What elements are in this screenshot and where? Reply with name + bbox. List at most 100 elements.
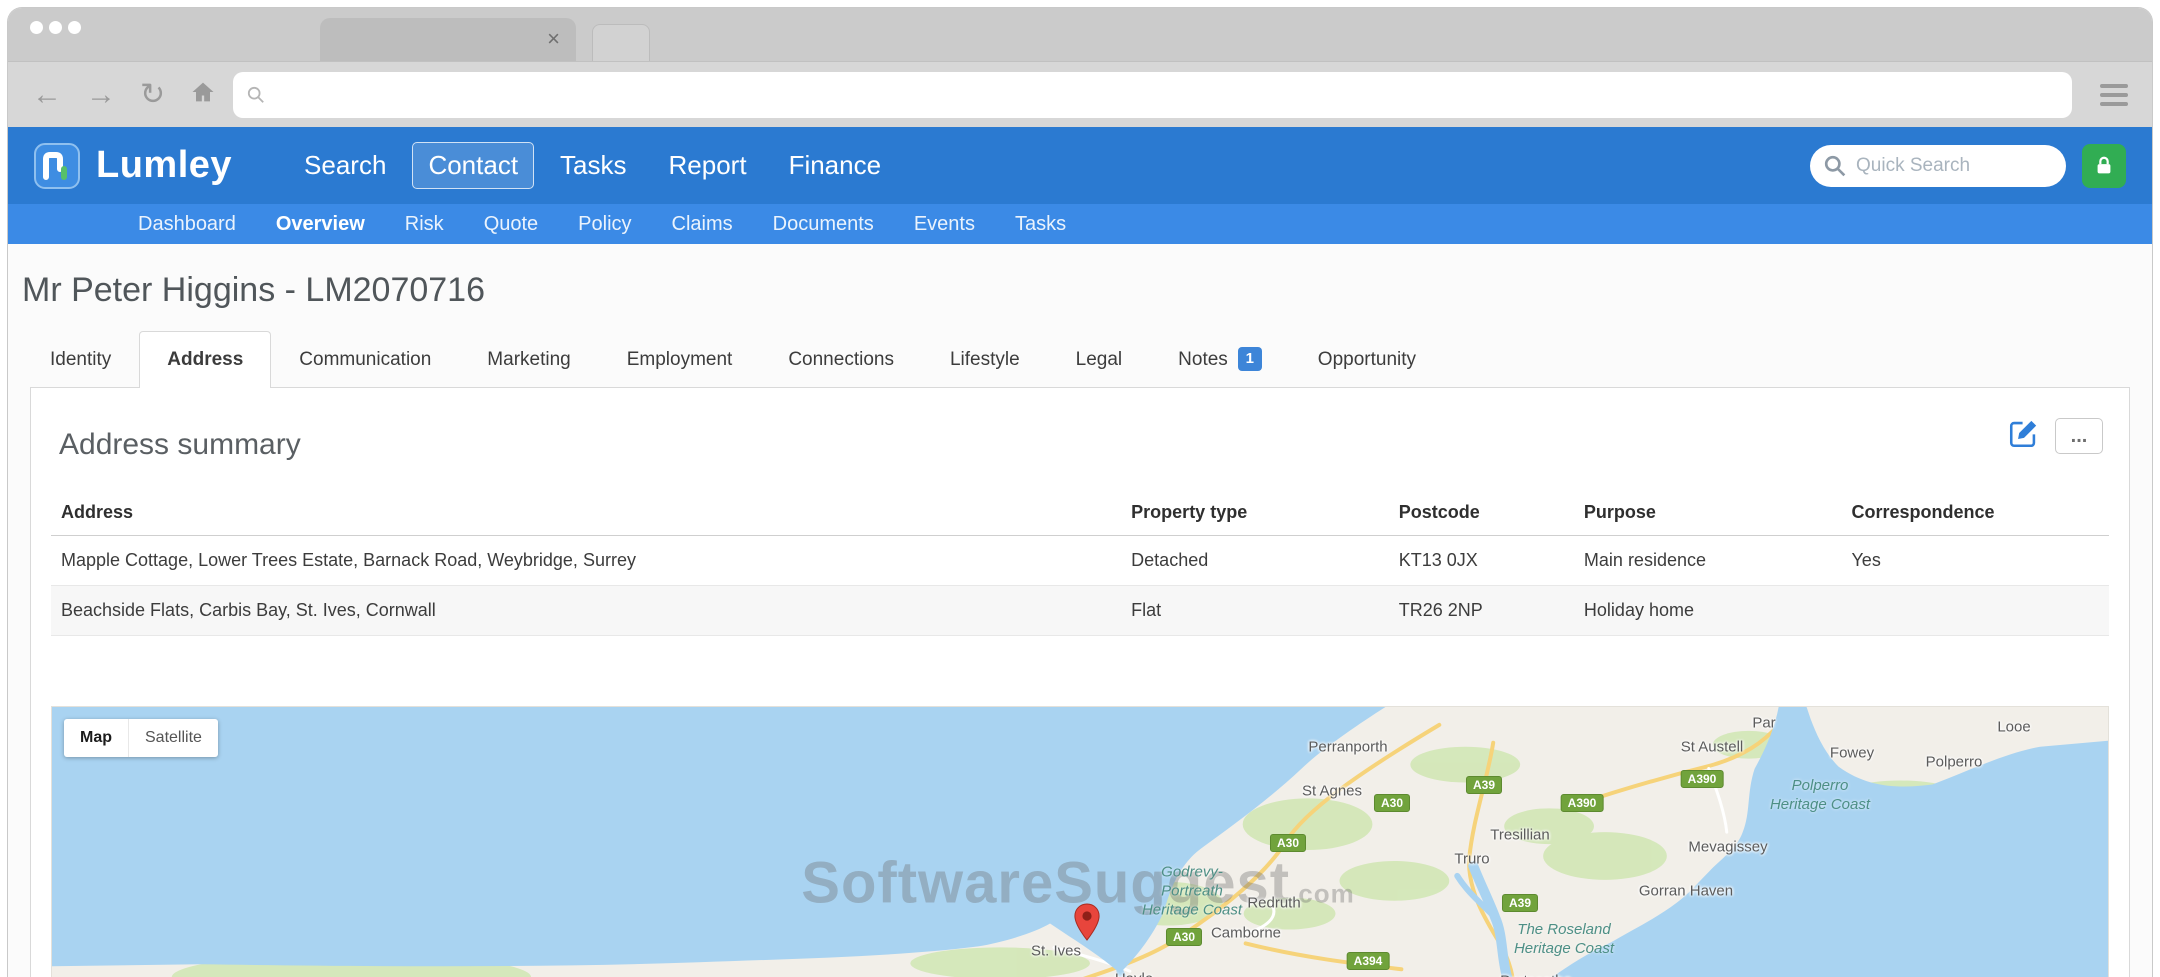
table-row[interactable]: Beachside Flats, Carbis Bay, St. Ives, C… (51, 586, 2109, 636)
address-summary-card: ... Address summary AddressProperty type… (30, 387, 2130, 977)
forward-icon[interactable]: → (86, 80, 116, 110)
home-icon[interactable] (189, 78, 217, 112)
nav-item-search[interactable]: Search (288, 142, 402, 189)
map-label-camborne: Camborne (1211, 925, 1281, 942)
lock-icon (2093, 155, 2115, 177)
subnav-item-claims[interactable]: Claims (652, 213, 753, 236)
table-cell: Detached (1121, 536, 1389, 586)
road-badge-a30: A30 (1270, 834, 1306, 852)
tab-communication[interactable]: Communication (271, 331, 459, 387)
map-label-mevagissey: Mevagissey (1688, 839, 1767, 856)
address-bar[interactable] (233, 72, 2072, 118)
tab-identity[interactable]: Identity (22, 331, 139, 387)
page-title: Mr Peter Higgins - LM2070716 (22, 270, 2152, 310)
search-icon (1824, 155, 1846, 182)
map-canvas[interactable]: MapSatellite PerranporthSt AgnesSt Auste… (51, 706, 2109, 977)
map-label-st-austell: St Austell (1681, 739, 1744, 756)
tab-notes[interactable]: Notes1 (1150, 331, 1290, 387)
road-badge-a30: A30 (1374, 794, 1410, 812)
quick-search[interactable] (1810, 145, 2066, 187)
map-label-looe: Looe (1997, 719, 2030, 736)
sub-nav: DashboardOverviewRiskQuotePolicyClaimsDo… (8, 204, 2152, 244)
refresh-icon[interactable]: ↻ (140, 80, 165, 110)
column-header-correspondence: Correspondence (1841, 492, 2109, 536)
tab-label: Address (167, 349, 243, 370)
window-control-dot[interactable] (30, 21, 43, 34)
table-cell (1841, 586, 2109, 636)
map-label-truro: Truro (1454, 851, 1489, 868)
back-icon[interactable]: ← (32, 80, 62, 110)
subnav-item-tasks[interactable]: Tasks (995, 213, 1086, 236)
subnav-item-documents[interactable]: Documents (753, 213, 894, 236)
tab-label: Notes (1178, 349, 1228, 370)
subnav-item-risk[interactable]: Risk (385, 213, 464, 236)
map-coast-label-the-roseland-heritage-coast: The RoselandHeritage Coast (1514, 920, 1614, 958)
browser-tab-active[interactable]: × (320, 18, 576, 61)
tab-lifestyle[interactable]: Lifestyle (922, 331, 1048, 387)
subnav-item-events[interactable]: Events (894, 213, 995, 236)
quick-search-input[interactable] (1810, 145, 2066, 187)
map-label-fowey: Fowey (1830, 745, 1874, 762)
subnav-item-policy[interactable]: Policy (558, 213, 651, 236)
map-control-map[interactable]: Map (64, 719, 128, 757)
browser-toolbar: ← → ↻ (8, 61, 2152, 127)
table-cell: Beachside Flats, Carbis Bay, St. Ives, C… (51, 586, 1121, 636)
table-row[interactable]: Mapple Cottage, Lower Trees Estate, Barn… (51, 536, 2109, 586)
road-badge-a30: A30 (1166, 928, 1202, 946)
search-icon (247, 86, 265, 104)
record-tabs: Identity Address Communication Marketing Emp… (22, 331, 2152, 387)
table-cell: Mapple Cottage, Lower Trees Estate, Barn… (51, 536, 1121, 586)
window-control-dot[interactable] (49, 21, 62, 34)
tab-label: Employment (627, 349, 733, 370)
address-table: AddressProperty typePostcodePurposeCorre… (51, 492, 2109, 636)
subnav-item-dashboard[interactable]: Dashboard (118, 213, 256, 236)
tab-close-icon[interactable]: × (547, 26, 560, 52)
table-cell: Yes (1841, 536, 2109, 586)
map-label-st-ives: St. Ives (1031, 943, 1081, 960)
column-header-property-type: Property type (1121, 492, 1389, 536)
map-label-portscatho: Portscatho (1500, 973, 1572, 977)
map-coast-label-polperro-heritage-coast: PolperroHeritage Coast (1770, 776, 1870, 814)
column-header-purpose: Purpose (1574, 492, 1842, 536)
nav-item-report[interactable]: Report (653, 142, 763, 189)
subnav-item-overview[interactable]: Overview (256, 213, 385, 236)
nav-item-tasks[interactable]: Tasks (544, 142, 642, 189)
map-marker-pin-icon[interactable] (1074, 903, 1100, 941)
map-label-polperro: Polperro (1926, 754, 1983, 771)
nav-item-finance[interactable]: Finance (773, 142, 898, 189)
tab-label: Identity (50, 349, 111, 370)
tab-marketing[interactable]: Marketing (459, 331, 598, 387)
road-badge-a394: A394 (1347, 952, 1390, 970)
tab-legal[interactable]: Legal (1048, 331, 1151, 387)
tab-connections[interactable]: Connections (760, 331, 922, 387)
browser-tab-strip: × (8, 8, 2152, 61)
road-badge-a390: A390 (1561, 794, 1604, 812)
more-options-button[interactable]: ... (2055, 418, 2103, 454)
table-cell: KT13 0JX (1389, 536, 1574, 586)
lock-button[interactable] (2082, 144, 2126, 188)
lumley-logo-icon (34, 143, 80, 189)
subnav-item-quote[interactable]: Quote (464, 213, 558, 236)
main-nav: SearchContactTasksReportFinance (288, 142, 897, 189)
map-control-satellite[interactable]: Satellite (128, 719, 218, 757)
brand-name: Lumley (96, 144, 232, 187)
map-label-redruth: Redruth (1247, 895, 1300, 912)
browser-tab-background[interactable] (592, 24, 650, 61)
page-content: Mr Peter Higgins - LM2070716 Identity Add… (8, 270, 2152, 977)
column-header-postcode: Postcode (1389, 492, 1574, 536)
nav-item-contact[interactable]: Contact (412, 142, 534, 189)
edit-icon[interactable] (2007, 416, 2041, 455)
browser-menu-icon[interactable] (2100, 79, 2128, 111)
address-bar-input[interactable] (275, 84, 2058, 106)
tab-opportunity[interactable]: Opportunity (1290, 331, 1444, 387)
tab-employment[interactable]: Employment (599, 331, 761, 387)
tab-label: Marketing (487, 349, 570, 370)
app-header: Lumley SearchContactTasksReportFinance (8, 127, 2152, 204)
window-control-dot[interactable] (68, 21, 81, 34)
table-cell: Main residence (1574, 536, 1842, 586)
table-cell: Holiday home (1574, 586, 1842, 636)
card-actions: ... (2007, 416, 2103, 455)
tab-address[interactable]: Address (139, 331, 271, 388)
tab-label: Opportunity (1318, 349, 1416, 370)
table-cell: Flat (1121, 586, 1389, 636)
